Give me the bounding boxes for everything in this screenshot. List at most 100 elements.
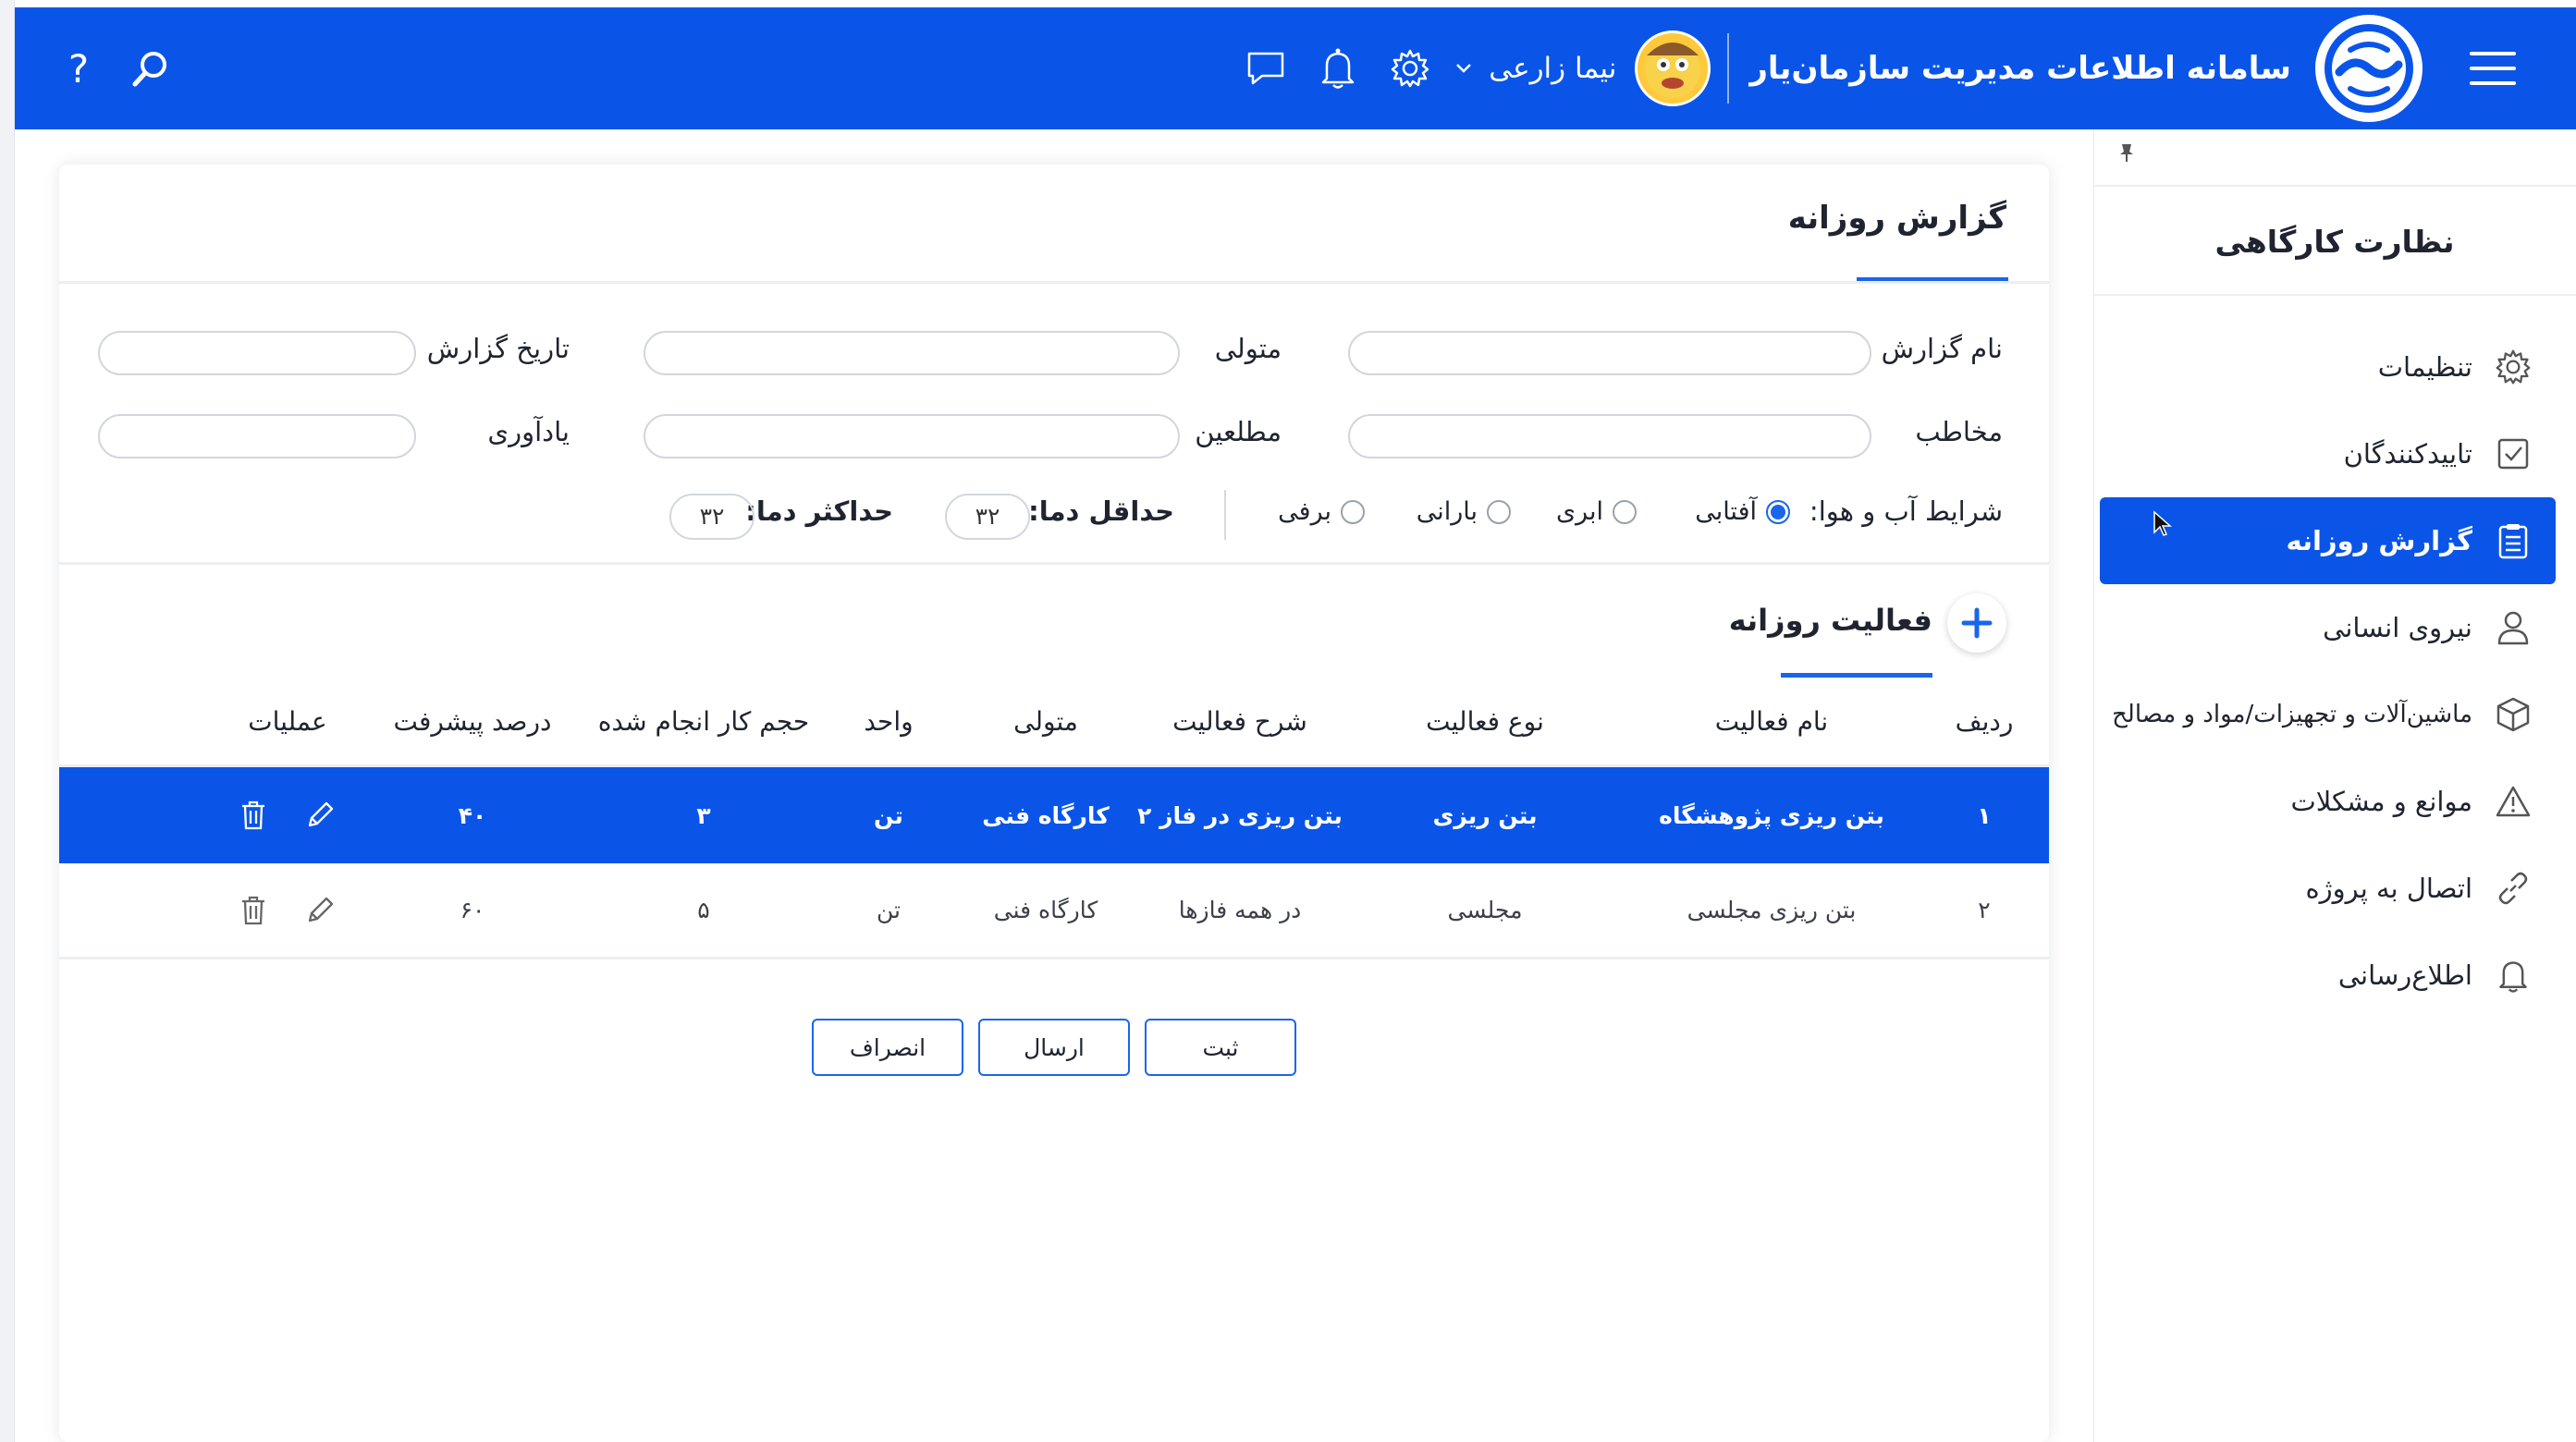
- report-name-input[interactable]: [1348, 331, 1871, 375]
- plus-icon: [1961, 607, 1993, 639]
- top-bar: سامانه اطلاعات مدیریت سازمان‌یار نیما زا…: [15, 7, 2576, 129]
- min-temp-label: حداقل دما:: [1028, 495, 1174, 527]
- edit-button[interactable]: [304, 800, 336, 831]
- column-header[interactable]: شرح فعالیت: [1134, 706, 1346, 737]
- sidebar-item-label: گزارش روزانه: [2286, 525, 2473, 556]
- search-icon: [132, 52, 166, 87]
- weather-option-snowy[interactable]: برفی: [1278, 497, 1365, 526]
- cell-custodian: کارگاه فنی: [982, 801, 1110, 829]
- sidebar-item-settings[interactable]: تنظیمات: [2100, 324, 2556, 410]
- cell-progress: ۴۰: [458, 801, 487, 829]
- pencil-icon: [308, 897, 334, 922]
- divider: [59, 281, 2049, 284]
- cell-operations: [218, 800, 357, 831]
- edit-button[interactable]: [304, 895, 336, 926]
- settings-gear-icon: [1392, 49, 1429, 88]
- weather-option-sunny[interactable]: آفتابی: [1695, 497, 1790, 526]
- sidebar-item-obstacles[interactable]: موانع و مشکلات: [2100, 758, 2556, 845]
- delete-button[interactable]: [239, 800, 267, 831]
- messages-button[interactable]: [1239, 42, 1293, 95]
- submit-button[interactable]: ثبت: [1145, 1019, 1296, 1076]
- weather-option-label: ابری: [1555, 497, 1603, 526]
- delete-button[interactable]: [239, 895, 267, 926]
- addressee-input[interactable]: [1348, 414, 1871, 458]
- informed-input[interactable]: [644, 414, 1180, 458]
- cell-operations: [218, 895, 357, 926]
- column-header[interactable]: درصد پیشرفت: [357, 706, 588, 737]
- cell-activity-name: بتن ریزی مجلسی: [1687, 897, 1857, 923]
- weather-option-label: بارانی: [1416, 497, 1478, 526]
- table-row[interactable]: ۲ بتن ریزی مجلسی مجلسی در همه فازها کارگ…: [59, 863, 2049, 959]
- avatar[interactable]: [1635, 31, 1711, 106]
- column-header[interactable]: نام فعالیت: [1624, 706, 1920, 737]
- app-logo[interactable]: [2315, 15, 2423, 122]
- weather-option-label: آفتابی: [1695, 497, 1757, 526]
- weather-label: شرایط آب و هوا:: [1809, 495, 2003, 527]
- header-divider: [1727, 33, 1730, 104]
- table-row[interactable]: ۱ بتن ریزی پژوهشگاه بتن ریزی بتن ریزی در…: [59, 767, 2049, 863]
- sidebar-item-approvers[interactable]: تاییدکنندگان: [2100, 410, 2556, 497]
- max-temp-input[interactable]: ۳۲: [669, 494, 754, 540]
- user-menu-toggle[interactable]: [1455, 63, 1472, 74]
- weather-option-rainy[interactable]: بارانی: [1417, 497, 1511, 526]
- radio-cloudy[interactable]: [1613, 499, 1637, 524]
- avatar-face-icon: [1645, 43, 1701, 98]
- send-button[interactable]: ارسال: [978, 1019, 1130, 1076]
- activities-title-underline: [1781, 673, 1932, 678]
- settings-button[interactable]: [1383, 42, 1437, 95]
- menu-button[interactable]: [2467, 43, 2519, 94]
- reminder-input[interactable]: [98, 414, 416, 458]
- activities-table: ردیف نام فعالیت نوع فعالیت شرح فعالیت مت…: [59, 678, 2049, 959]
- column-header[interactable]: نوع فعالیت: [1346, 706, 1624, 737]
- column-header[interactable]: ردیف: [1920, 706, 2049, 737]
- pin-sidebar-button[interactable]: [2118, 142, 2135, 163]
- sidebar-item-equipment[interactable]: ماشین‌آلات و تجهیزات/مواد و مصالح: [2100, 671, 2556, 758]
- radio-snowy[interactable]: [1341, 499, 1365, 524]
- cancel-button[interactable]: انصراف: [812, 1019, 963, 1076]
- informed-label: مطلعین: [1195, 416, 1282, 447]
- radio-sunny[interactable]: [1766, 499, 1790, 524]
- clipboard-icon: [2493, 520, 2533, 561]
- report-date-input[interactable]: [98, 331, 416, 375]
- cube-icon: [2493, 694, 2533, 735]
- cell-unit: تن: [874, 801, 903, 829]
- column-header[interactable]: متولی: [958, 706, 1134, 737]
- cell-progress: ۶۰: [460, 897, 485, 923]
- trash-icon: [242, 896, 264, 924]
- cell-activity-type: مجلسی: [1447, 897, 1523, 923]
- mouse-cursor-icon: [2153, 510, 2172, 536]
- cell-activity-name: بتن ریزی پژوهشگاه: [1659, 801, 1884, 829]
- column-header[interactable]: حجم کار انجام شده: [588, 706, 819, 737]
- bell-icon: [1322, 48, 1355, 89]
- custodian-input[interactable]: [644, 331, 1180, 375]
- left-edge-strip: [0, 0, 15, 1442]
- sidebar-item-label: تنظیمات: [2377, 351, 2472, 383]
- sidebar-item-project-link[interactable]: اتصال به پروژه: [2100, 845, 2556, 932]
- add-activity-button[interactable]: [1947, 593, 2006, 653]
- menu-icon: [2470, 52, 2516, 85]
- help-button[interactable]: ?: [52, 42, 105, 95]
- radio-rainy[interactable]: [1487, 499, 1511, 524]
- sidebar-item-notifications[interactable]: اطلاع‌رسانی: [2100, 932, 2556, 1019]
- bell-icon: [2493, 955, 2533, 996]
- chevron-down-icon: [1456, 64, 1472, 73]
- table-header: ردیف نام فعالیت نوع فعالیت شرح فعالیت مت…: [59, 678, 2049, 767]
- activities-title: فعالیت روزانه: [1728, 603, 1932, 638]
- cell-activity-desc: در همه فازها: [1178, 897, 1302, 923]
- pin-icon: [2120, 144, 2133, 162]
- sidebar-item-label: موانع و مشکلات: [2290, 786, 2472, 817]
- search-button[interactable]: [124, 42, 178, 95]
- custodian-label: متولی: [1214, 333, 1282, 364]
- sidebar-item-label: اطلاع‌رسانی: [2337, 959, 2472, 991]
- report-date-label: تاریخ گزارش: [426, 333, 570, 364]
- notifications-button[interactable]: [1311, 42, 1365, 95]
- sidebar-title: نظارت کارگاهی: [2093, 185, 2576, 296]
- column-header[interactable]: واحد: [819, 706, 958, 737]
- sidebar-item-manpower[interactable]: نیروی انسانی: [2100, 584, 2556, 671]
- pencil-icon: [308, 801, 334, 827]
- weather-option-cloudy[interactable]: ابری: [1556, 497, 1637, 526]
- sidebar-item-label: اتصال به پروژه: [2305, 873, 2472, 904]
- user-name[interactable]: نیما زارعی: [1489, 52, 1616, 85]
- page-title: گزارش روزانه: [1787, 200, 2006, 237]
- min-temp-input[interactable]: ۳۲: [945, 494, 1030, 540]
